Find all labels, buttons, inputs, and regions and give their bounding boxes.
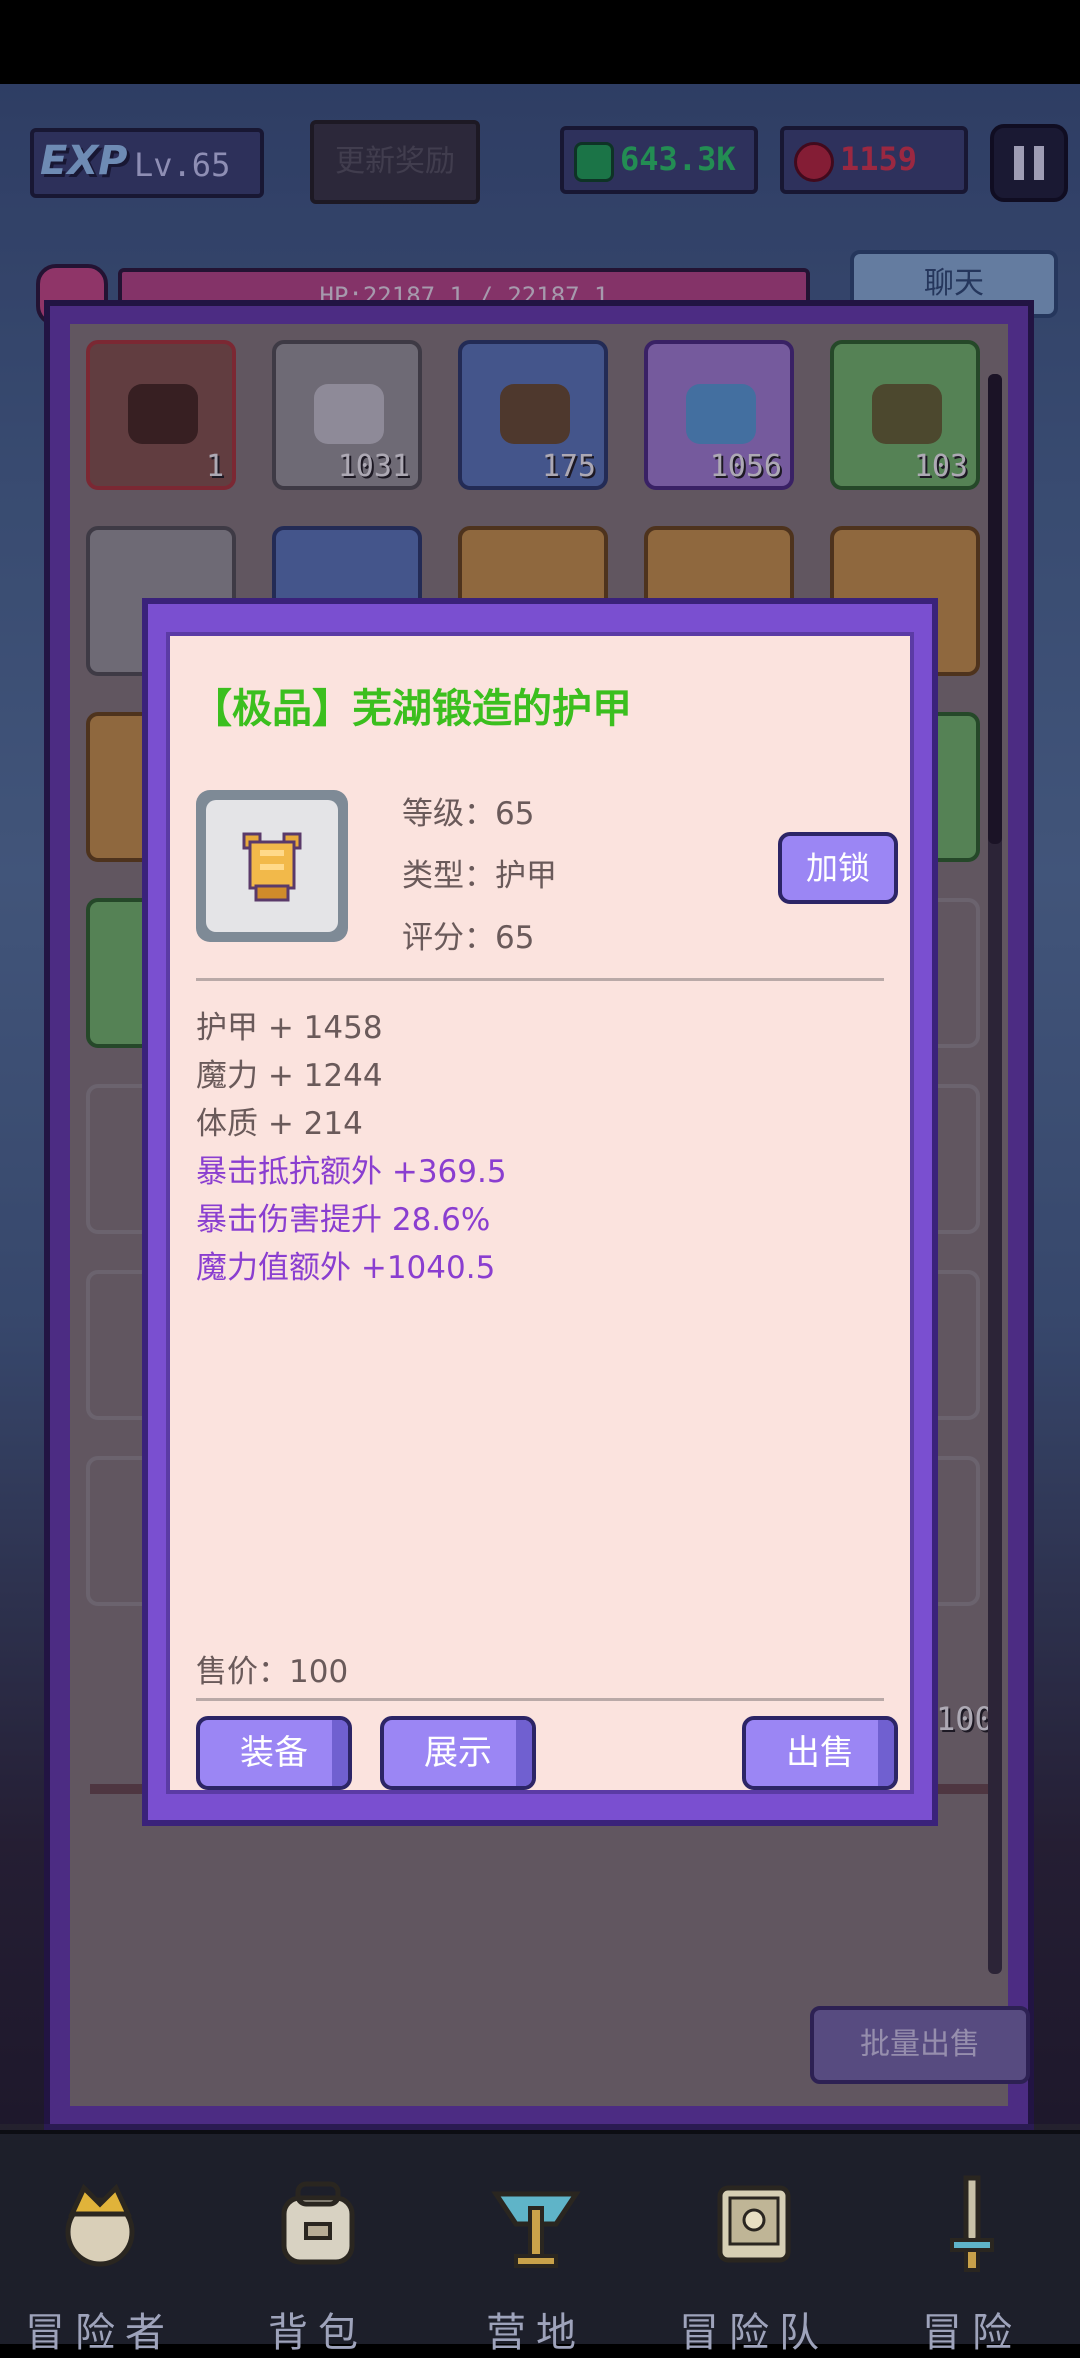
nav-adventure[interactable]: 冒险: [872, 2134, 1072, 2356]
nav-team[interactable]: 冒险队: [654, 2134, 854, 2356]
bonus-stat: 暴击抵抗额外 +369.5: [196, 1154, 507, 1190]
item-icon-frame: [196, 790, 348, 942]
divider: [196, 978, 884, 981]
nav-camp[interactable]: 营地: [436, 2134, 636, 2356]
backpack-icon: [281, 2181, 355, 2265]
nav-adventurer[interactable]: 冒险者: [0, 2134, 200, 2356]
item-icon-background: [206, 800, 338, 932]
team-book-icon: [717, 2185, 791, 2263]
nav-backpack[interactable]: 背包: [218, 2134, 418, 2356]
nav-label: 营地: [486, 2310, 586, 2356]
armor-icon: [242, 832, 302, 902]
equip-button[interactable]: 装备: [196, 1716, 352, 1790]
nav-label: 冒险队: [679, 2310, 829, 2356]
item-level: 等级：65: [402, 796, 535, 832]
item-detail-card: 【极品】芜湖锻造的护甲 等级：65 类型：护甲 评分：65 加锁 护甲 + 14…: [166, 632, 914, 1794]
base-stat: 护甲 + 1458: [196, 1010, 383, 1046]
base-stat: 体质 + 214: [196, 1106, 363, 1142]
sell-button[interactable]: 出售: [742, 1716, 898, 1790]
show-button[interactable]: 展示: [380, 1716, 536, 1790]
bonus-stat: 魔力值额外 +1040.5: [196, 1250, 496, 1286]
divider: [196, 1698, 884, 1701]
item-detail-dialog: 【极品】芜湖锻造的护甲 等级：65 类型：护甲 评分：65 加锁 护甲 + 14…: [142, 598, 938, 1826]
nav-label: 冒险: [922, 2310, 1022, 2356]
sell-label: 出售: [786, 1733, 854, 1773]
sword-icon: [950, 2175, 994, 2272]
show-label: 展示: [424, 1733, 492, 1773]
base-stat: 魔力 + 1244: [196, 1058, 383, 1094]
item-score: 评分：65: [402, 920, 535, 956]
sell-price: 售价：100: [196, 1654, 349, 1690]
camp-icon: [491, 2191, 581, 2268]
bottom-navigation: 冒险者 背包 营地 冒险队 冒险: [0, 2130, 1080, 2356]
bonus-stat: 暴击伤害提升 28.6%: [196, 1202, 491, 1238]
nav-label: 背包: [268, 2310, 368, 2356]
nav-label: 冒险者: [25, 2310, 175, 2356]
item-title: 【极品】芜湖锻造的护甲: [192, 686, 632, 732]
adventurer-icon: [65, 2183, 135, 2267]
lock-button[interactable]: 加锁: [778, 832, 898, 904]
equip-label: 装备: [240, 1733, 308, 1773]
item-type: 类型：护甲: [402, 858, 557, 894]
